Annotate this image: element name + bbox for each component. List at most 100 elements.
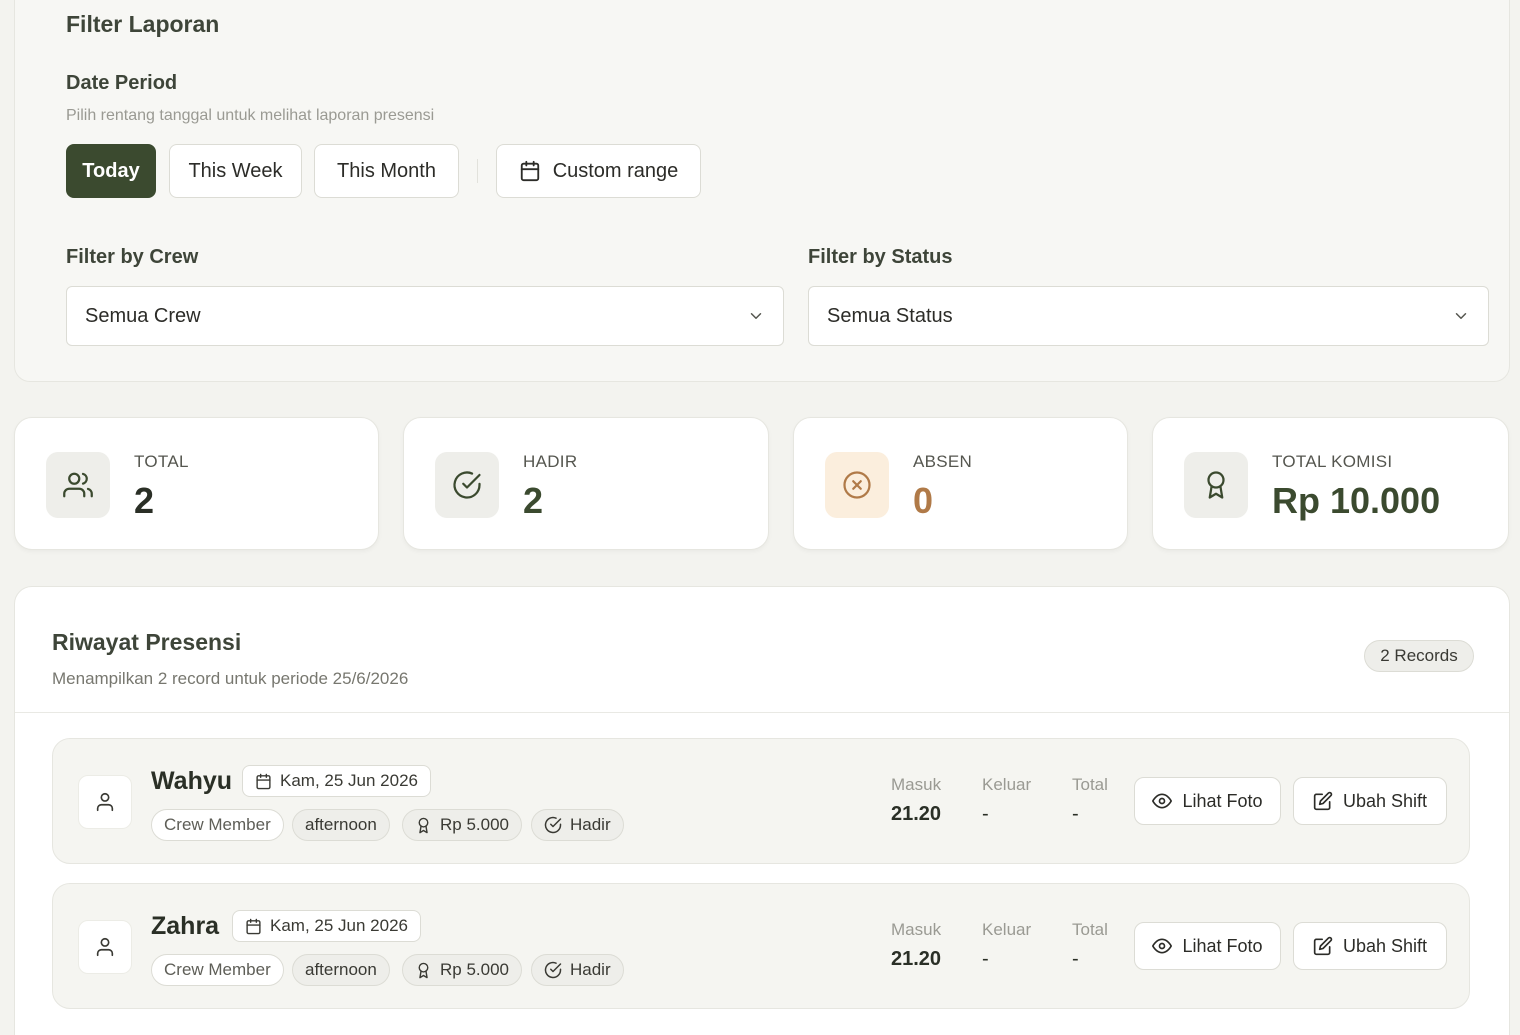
calendar-icon: [519, 160, 541, 182]
attendance-record: Zahra Kam, 25 Jun 2026 Crew Member after…: [52, 883, 1470, 1009]
history-subtitle: Menampilkan 2 record untuk periode 25/6/…: [52, 669, 409, 688]
status-filter-label: Filter by Status: [808, 246, 953, 268]
crew-filter-value: Semua Crew: [85, 304, 201, 327]
button-divider: [477, 159, 478, 183]
total-label: Total: [1072, 775, 1108, 794]
custom-range-button-label: Custom range: [552, 159, 679, 182]
crew-filter-select[interactable]: Semua Crew: [66, 286, 784, 346]
users-icon: [46, 452, 110, 518]
award-icon: [415, 817, 432, 834]
shift-chip: afternoon: [292, 954, 390, 986]
award-icon: [415, 962, 432, 979]
stat-komisi-label: TOTAL KOMISI: [1272, 452, 1393, 471]
total-value: -: [1072, 948, 1079, 970]
masuk-value: 21.20: [891, 948, 942, 970]
total-value: -: [1072, 803, 1079, 825]
check-circle-icon: [544, 816, 562, 834]
role-label: Crew Member: [164, 815, 271, 834]
record-name: Wahyu: [151, 767, 233, 795]
eye-icon: [1152, 791, 1173, 811]
masuk-label: Masuk: [891, 775, 942, 794]
status-label: Hadir: [570, 960, 611, 979]
keluar-column: Keluar -: [982, 775, 1031, 826]
edit-icon: [1313, 791, 1333, 811]
check-circle-icon: [544, 961, 562, 979]
status-label: Hadir: [570, 815, 611, 834]
stat-total-label: TOTAL: [134, 452, 189, 471]
keluar-column: Keluar -: [982, 920, 1031, 971]
masuk-value: 21.20: [891, 803, 942, 825]
date-period-subtitle: Pilih rentang tanggal untuk melihat lapo…: [66, 107, 435, 124]
shift-label: afternoon: [305, 815, 377, 834]
masuk-column: Masuk 21.20: [891, 775, 941, 826]
custom-range-button[interactable]: Custom range: [496, 144, 701, 198]
keluar-label: Keluar: [982, 920, 1032, 939]
keluar-label: Keluar: [982, 775, 1032, 794]
award-icon: [1184, 452, 1248, 518]
avatar: [78, 920, 132, 974]
this-week-button[interactable]: This Week: [169, 144, 302, 198]
filter-card: Filter Laporan Date Period Pilih rentang…: [14, 0, 1510, 382]
records-count-badge: 2 Records: [1364, 640, 1474, 672]
crew-filter-label: Filter by Crew: [66, 246, 199, 268]
this-month-button[interactable]: This Month: [314, 144, 459, 198]
history-title: Riwayat Presensi: [52, 629, 242, 655]
record-date-chip: Kam, 25 Jun 2026: [242, 765, 431, 797]
total-label: Total: [1072, 920, 1108, 939]
this-week-button-label: This Week: [188, 159, 283, 182]
commission-label: Rp 5.000: [440, 960, 509, 979]
edit-shift-button[interactable]: Ubah Shift: [1293, 777, 1447, 825]
edit-icon: [1313, 936, 1333, 956]
stat-card-hadir: HADIR 2: [403, 417, 769, 550]
today-button[interactable]: Today: [66, 144, 156, 198]
record-date: Kam, 25 Jun 2026: [280, 771, 418, 790]
date-period-title: Date Period: [66, 72, 178, 94]
commission-chip: Rp 5.000: [402, 954, 522, 986]
stat-card-komisi: TOTAL KOMISI Rp 10.000: [1152, 417, 1509, 550]
status-filter-select[interactable]: Semua Status: [808, 286, 1489, 346]
record-date: Kam, 25 Jun 2026: [270, 916, 408, 935]
keluar-value: -: [982, 803, 989, 825]
edit-shift-label: Ubah Shift: [1342, 790, 1428, 811]
filter-title: Filter Laporan: [66, 11, 220, 37]
role-chip: Crew Member: [151, 954, 284, 986]
this-month-button-label: This Month: [337, 159, 436, 182]
chevron-down-icon: [1452, 307, 1470, 325]
shift-label: afternoon: [305, 960, 377, 979]
stat-card-absen: ABSEN 0: [793, 417, 1128, 550]
masuk-label: Masuk: [891, 920, 942, 939]
avatar: [78, 775, 132, 829]
stat-total-value: 2: [134, 480, 155, 521]
calendar-icon: [245, 918, 262, 935]
today-button-label: Today: [82, 159, 140, 182]
stat-hadir-value: 2: [523, 480, 544, 521]
chevron-down-icon: [747, 307, 765, 325]
eye-icon: [1152, 936, 1173, 956]
masuk-column: Masuk 21.20: [891, 920, 941, 971]
keluar-value: -: [982, 948, 989, 970]
view-photo-button[interactable]: Lihat Foto: [1134, 922, 1281, 970]
stat-hadir-label: HADIR: [523, 452, 578, 471]
role-chip: Crew Member: [151, 809, 284, 841]
user-icon: [96, 937, 114, 957]
commission-chip: Rp 5.000: [402, 809, 522, 841]
stat-absen-value: 0: [913, 480, 934, 521]
status-chip: Hadir: [531, 954, 624, 986]
history-divider: [15, 712, 1509, 713]
user-icon: [96, 792, 114, 812]
attendance-history-card: Riwayat Presensi Menampilkan 2 record un…: [14, 586, 1510, 1035]
check-circle-icon: [435, 452, 499, 518]
x-circle-icon: [825, 452, 889, 518]
status-chip: Hadir: [531, 809, 624, 841]
record-date-chip: Kam, 25 Jun 2026: [232, 910, 421, 942]
calendar-icon: [255, 773, 272, 790]
record-name: Zahra: [151, 912, 220, 940]
commission-label: Rp 5.000: [440, 815, 509, 834]
stat-komisi-value: Rp 10.000: [1272, 480, 1441, 521]
attendance-record: Wahyu Kam, 25 Jun 2026 Crew Member after…: [52, 738, 1470, 864]
edit-shift-button[interactable]: Ubah Shift: [1293, 922, 1447, 970]
view-photo-label: Lihat Foto: [1182, 790, 1263, 811]
view-photo-button[interactable]: Lihat Foto: [1134, 777, 1281, 825]
role-label: Crew Member: [164, 960, 271, 979]
shift-chip: afternoon: [292, 809, 390, 841]
